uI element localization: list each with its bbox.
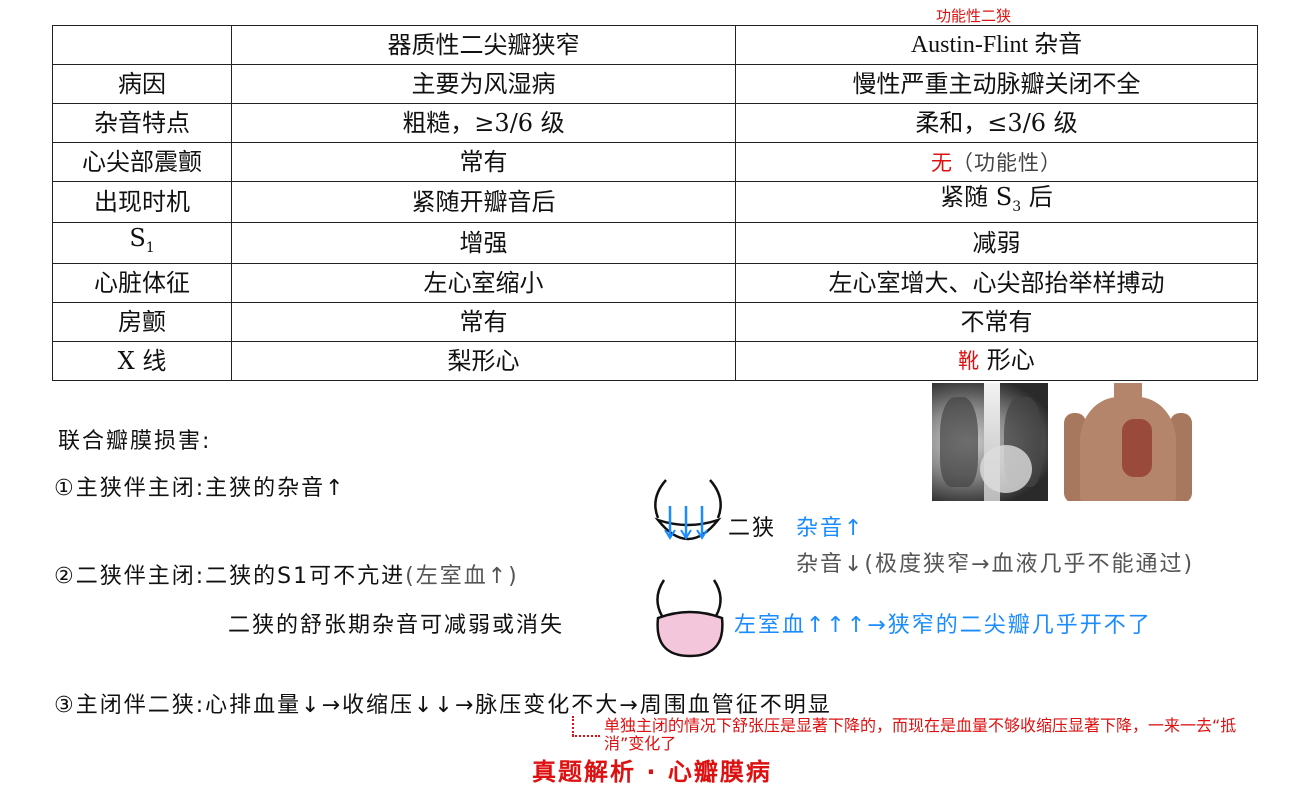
valve-narrow-diagram xyxy=(654,479,722,541)
cell-b: 左心室增大、心尖部抬举样搏动 xyxy=(735,262,1258,303)
cell-a: 左心室缩小 xyxy=(231,262,736,303)
handwritten-boot: 靴 xyxy=(958,349,980,374)
cell-b-sub: 3 xyxy=(1012,198,1022,215)
table-row: 心脏体征 左心室缩小 左心室增大、心尖部抬举样搏动 xyxy=(52,262,1258,303)
row-label: X 线 xyxy=(52,340,232,381)
table-row: 心尖部震颤 常有 无（功能性） xyxy=(52,142,1258,182)
note-item-3: ③主闭伴二狭:心排血量↓→收缩压↓↓→脉压变化不大→周围血管征不明显 xyxy=(54,693,832,718)
table-row: 杂音特点 粗糙，≥3/6 级 柔和，≤3/6 级 xyxy=(52,103,1258,143)
cell-b-pre: 紧随 S xyxy=(940,183,1013,211)
murmur-down-note: 杂音↓(极度狭窄→血液几乎不能通过) xyxy=(796,552,1195,577)
footer-section-title: 真题解析 · 心瓣膜病 xyxy=(532,758,772,786)
cell-b: 减弱 xyxy=(735,221,1258,264)
table-row: X 线 梨形心 靴 形心 xyxy=(52,340,1258,381)
annotation-leader-line-h xyxy=(572,735,600,737)
cell-b: 慢性严重主动脉瓣关闭不全 xyxy=(735,64,1258,104)
murmur-up-note: 杂音↑ xyxy=(796,516,865,541)
lv-blood-note: 左室血↑↑↑→狭窄的二尖瓣几乎开不了 xyxy=(734,613,1152,638)
handwritten-none: 无 xyxy=(931,150,952,175)
cell-a: 主要为风湿病 xyxy=(231,64,736,104)
cell-a: 粗糙，≥3/6 级 xyxy=(231,103,736,143)
note-item-2-gray: (左室血↑) xyxy=(405,564,519,589)
cell-b: 靴 形心 xyxy=(735,340,1258,381)
cell-b: 不常有 xyxy=(735,301,1258,342)
cell-a: 梨形心 xyxy=(231,340,736,381)
header-cell-austin-flint: Austin-Flint 杂音 xyxy=(735,25,1258,65)
row-label-pre: S xyxy=(129,223,146,252)
cell-b: 柔和，≤3/6 级 xyxy=(735,103,1258,143)
table-row: 病因 主要为风湿病 慢性严重主动脉瓣关闭不全 xyxy=(52,64,1258,104)
notes-heading: 联合瓣膜损害: xyxy=(58,429,212,454)
valve-filled-diagram xyxy=(656,579,724,658)
header-cell-organic-ms: 器质性二尖瓣狭窄 xyxy=(231,25,736,65)
header-cell-empty xyxy=(52,25,232,65)
row-label: 房颤 xyxy=(52,301,232,342)
row-label: 心尖部震颤 xyxy=(52,142,232,182)
bottom-red-annotation: 单独主闭的情况下舒张压是显著下降的，而现在是血量不够收缩压显著下降，一来一去“抵… xyxy=(604,716,1237,753)
note-item-1: ①主狭伴主闭:主狭的杂音↑ xyxy=(54,476,346,501)
row-label: 出现时机 xyxy=(52,181,232,223)
cell-a: 常有 xyxy=(231,301,736,342)
table-row: 出现时机 紧随开瓣音后 紧随 S3 后 xyxy=(52,181,1258,223)
cell-a: 常有 xyxy=(231,142,736,182)
functional-note: （功能性） xyxy=(952,150,1062,175)
row-label: 杂音特点 xyxy=(52,103,232,143)
cell-b-post: 形心 xyxy=(979,346,1035,375)
table-header-row: 器质性二尖瓣狭窄 Austin-Flint 杂音 xyxy=(52,25,1258,65)
row-label: S1 xyxy=(52,221,232,264)
table-row: 房颤 常有 不常有 xyxy=(52,301,1258,342)
row-label-sub: 1 xyxy=(145,239,155,256)
note-item-2-sub: 二狭的舒张期杂音可减弱或消失 xyxy=(228,613,565,638)
comparison-table: 器质性二尖瓣狭窄 Austin-Flint 杂音 病因 主要为风湿病 慢性严重主… xyxy=(52,25,1258,381)
cell-b: 无（功能性） xyxy=(735,142,1258,182)
diagram-label-ms: 二狭 xyxy=(728,516,777,541)
note-item-2: ②二狭伴主闭:二狭的S1可不亢进(左室血↑) xyxy=(54,558,519,590)
top-annotation: 功能性二狭 xyxy=(936,7,1012,25)
row-label: 病因 xyxy=(52,64,232,104)
row-label: 心脏体征 xyxy=(52,262,232,303)
cell-a: 紧随开瓣音后 xyxy=(231,181,736,223)
cell-b: 紧随 S3 后 xyxy=(735,181,1258,223)
cell-a: 增强 xyxy=(231,221,736,264)
note-item-2-text: ②二狭伴主闭:二狭的S1可不亢进 xyxy=(54,564,406,589)
table-row: S1 增强 减弱 xyxy=(52,221,1258,264)
cell-b-post: 后 xyxy=(1021,183,1053,211)
annotation-leader-line xyxy=(572,716,576,736)
torso-anatomy-image xyxy=(1062,383,1194,501)
chest-xray-image xyxy=(932,383,1048,501)
